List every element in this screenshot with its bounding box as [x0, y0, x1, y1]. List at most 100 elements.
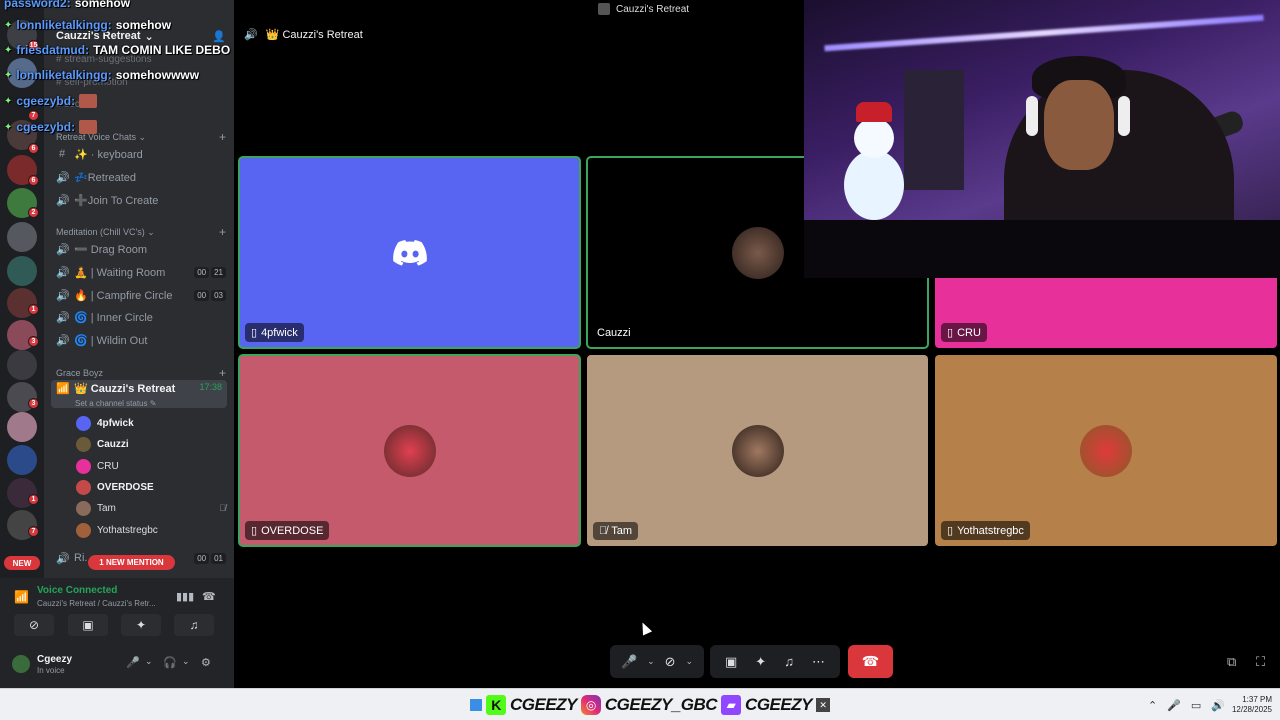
participant-tile[interactable]: ▯ 4pfwick: [238, 156, 581, 349]
server-icon[interactable]: [7, 350, 37, 380]
microphone-icon[interactable]: 🎤: [1167, 699, 1181, 712]
chat-message: ✦ lonnliketalkingg: somehow: [4, 18, 172, 32]
display-icon[interactable]: ▭: [1191, 699, 1201, 712]
channel-keyboard[interactable]: # ✨ · keyboard: [56, 144, 226, 164]
screen-share-button[interactable]: ▣: [68, 614, 108, 636]
participant-tile[interactable]: 🎙̸ Tam: [587, 355, 928, 546]
add-channel-icon[interactable]: +: [219, 366, 226, 380]
more-icon[interactable]: ⋯: [812, 654, 825, 670]
voice-member[interactable]: Cauzzi: [76, 435, 226, 453]
participant-label: 🎙̸ Tam: [593, 522, 639, 540]
voice-connected-panel: 📶 Voice Connected Cauzzi's Retreat / Cau…: [0, 578, 234, 688]
chevron-down-icon[interactable]: ⌄: [685, 656, 693, 667]
participant-label: ▯ Yothatstregbc: [941, 521, 1030, 540]
speaker-icon: 🔊: [56, 171, 70, 184]
avatar: [76, 479, 91, 495]
activities-icon[interactable]: ✦: [755, 654, 766, 670]
speaker-icon: 🔊: [56, 311, 70, 324]
popout-icon[interactable]: ⧉: [1227, 654, 1236, 670]
volume-icon[interactable]: 🔊: [1211, 699, 1225, 712]
new-servers-pill[interactable]: NEW: [4, 556, 40, 570]
mobile-icon: ▯: [251, 327, 258, 339]
windows-icon: [470, 699, 482, 711]
channel-timer: 17:38: [199, 382, 222, 392]
activities-button[interactable]: ✦: [121, 614, 161, 636]
sparkle-icon: ✦: [4, 69, 13, 81]
chevron-up-icon[interactable]: ⌃: [1148, 699, 1157, 712]
category-meditation[interactable]: Meditation (Chill VC's) ⌄ +: [56, 225, 226, 239]
notification-badge: 7: [28, 526, 39, 537]
user-name[interactable]: Cgeezy: [37, 654, 72, 665]
participant-label: Cauzzi: [597, 327, 631, 339]
voice-member[interactable]: CRU: [76, 457, 226, 475]
channel-campfire-circle[interactable]: 🔊 🔥 | Campfire Circle 00 03: [56, 285, 226, 305]
avatar: [731, 226, 784, 279]
server-icon[interactable]: [7, 412, 37, 442]
voice-member[interactable]: OVERDOSE: [76, 478, 226, 496]
voice-connected-title[interactable]: Voice Connected: [37, 585, 117, 596]
microphone-icon[interactable]: 🎤: [126, 656, 140, 669]
screen-share-icon[interactable]: ▣: [725, 654, 737, 670]
mic-camera-controls: 🎤 ⌄ ⊘ ⌄: [610, 645, 704, 678]
activities-icon: ✦: [135, 618, 147, 632]
channel-drag-room[interactable]: 🔊 ➖ Drag Room: [56, 239, 226, 259]
soundboard-icon: ♫: [189, 618, 199, 632]
voice-member[interactable]: 4pfwick: [76, 414, 226, 432]
speaker-icon: 🔊: [56, 334, 70, 347]
muted-icon: 🎙̸: [599, 525, 608, 537]
leave-call-button[interactable]: ☎: [848, 645, 893, 678]
hash-icon: #: [58, 148, 66, 160]
avatar: [383, 424, 436, 477]
user-status: In voice: [37, 666, 65, 675]
server-icon[interactable]: [7, 256, 37, 286]
voice-member[interactable]: Yothatstregbc: [76, 521, 226, 539]
voice-connected-channel[interactable]: Cauzzi's Retreat / Cauzzi's Retr...: [37, 599, 156, 608]
speaker-icon: 🔊: [56, 266, 70, 279]
headphones-icon[interactable]: 🎧: [163, 656, 177, 669]
chevron-down-icon[interactable]: ⌄: [145, 656, 153, 667]
server-icon[interactable]: [7, 445, 37, 475]
channel-join-to-create[interactable]: 🔊 ➕Join To Create: [56, 190, 226, 210]
channel-status-input[interactable]: Set a channel status ✎: [75, 399, 156, 408]
signal-icon[interactable]: 📶: [14, 590, 29, 604]
clock[interactable]: 1:37 PM 12/28/2025: [1226, 695, 1272, 715]
participant-tile[interactable]: ▯ Yothatstregbc: [935, 355, 1277, 546]
gear-icon[interactable]: ⚙: [201, 656, 211, 669]
system-tray: ⌃ 🎤 ▭ 🔊: [1148, 699, 1225, 712]
camera-off-button[interactable]: ⊘: [14, 614, 54, 636]
chevron-down-icon[interactable]: ⌄: [182, 656, 190, 667]
clock-time: 1:37 PM: [1242, 695, 1272, 704]
emote-icon: [79, 120, 98, 134]
add-channel-icon[interactable]: +: [219, 225, 226, 239]
server-icon[interactable]: [7, 222, 37, 252]
add-member-icon[interactable]: 👤: [212, 30, 226, 43]
disconnect-icon[interactable]: ☎: [202, 590, 216, 603]
twitch-handle: CGEEZY: [745, 695, 812, 714]
chat-message: ✦ friesdatmud: TAM COMIN LIKE DEBO: [4, 43, 231, 57]
kick-handle: CGEEZY: [510, 695, 577, 714]
fullscreen-icon[interactable]: ⛶: [1256, 654, 1265, 670]
soundboard-button[interactable]: ♫: [174, 614, 214, 636]
stage-header: 🔊 👑 Cauzzi's Retreat: [244, 28, 363, 41]
avatar: [76, 436, 91, 452]
chat-message: password2: somehow: [4, 0, 131, 10]
participant-tile[interactable]: ▯ OVERDOSE: [238, 354, 581, 547]
channel-retreated[interactable]: 🔊 💤Retreated: [56, 167, 226, 187]
camera-off-icon[interactable]: ⊘: [665, 654, 676, 670]
voice-active-icon: 📶: [56, 383, 70, 395]
voice-member[interactable]: Tam 🎙̸: [76, 499, 226, 517]
microphone-icon[interactable]: 🎤: [621, 654, 637, 670]
channel-wildin-out[interactable]: 🔊 🌀 | Wildin Out: [56, 330, 226, 350]
channel-waiting-room[interactable]: 🔊 🧘 | Waiting Room 00 21: [56, 262, 226, 282]
app-icon[interactable]: ✕: [815, 698, 830, 712]
new-mention-pill[interactable]: 1 NEW MENTION: [88, 555, 175, 570]
screen-share-icon: ▣: [82, 618, 94, 632]
noise-suppression-icon[interactable]: ▮▮▮: [176, 590, 194, 603]
avatar[interactable]: [10, 653, 32, 675]
soundboard-icon[interactable]: ♫: [784, 654, 794, 669]
add-channel-icon[interactable]: +: [219, 130, 226, 144]
chevron-down-icon[interactable]: ⌄: [647, 656, 655, 667]
category-grace-boyz[interactable]: Grace Boyz +: [56, 366, 226, 380]
channel-inner-circle[interactable]: 🔊 🌀 | Inner Circle: [56, 307, 226, 327]
kick-icon: K: [486, 695, 506, 715]
